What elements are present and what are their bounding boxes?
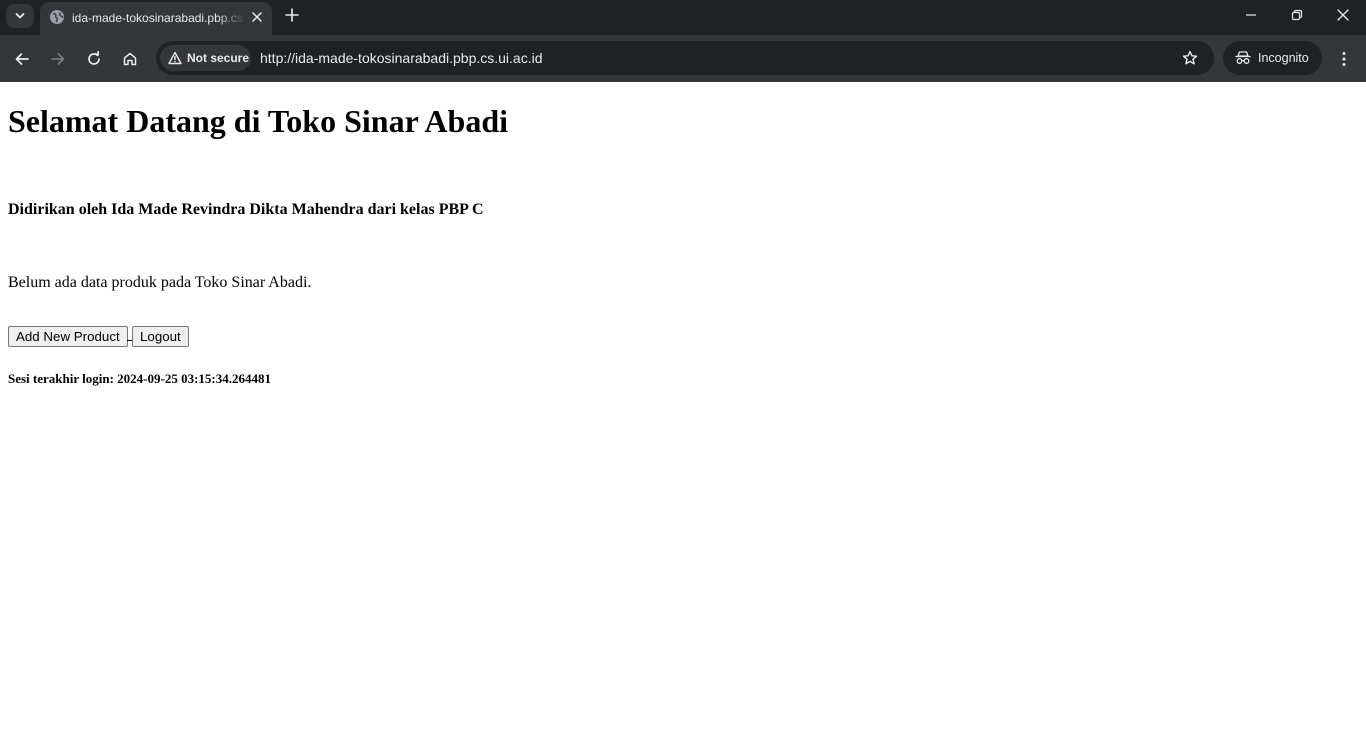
browser-tab[interactable]: ida-made-tokosinarabadi.pbp.cs.ui.ac.id <box>40 2 272 35</box>
url-text[interactable]: http://ida-made-tokosinarabadi.pbp.cs.ui… <box>260 49 543 67</box>
warning-triangle-icon <box>168 51 182 65</box>
star-icon <box>1182 50 1198 65</box>
empty-products-message: Belum ada data produk pada Toko Sinar Ab… <box>8 274 312 291</box>
forward-button[interactable] <box>45 46 71 72</box>
back-button[interactable] <box>9 46 35 72</box>
plus-icon <box>285 8 299 22</box>
chevron-down-icon <box>15 13 25 19</box>
browser-toolbar: Not secure http://ida-made-tokosinarabad… <box>0 35 1366 82</box>
add-new-product-button[interactable]: Add New Product <box>8 326 128 347</box>
reload-icon <box>88 51 100 65</box>
address-bar[interactable]: Not secure http://ida-made-tokosinarabad… <box>156 41 1214 75</box>
browser-menu-button[interactable] <box>1332 46 1356 72</box>
incognito-profile-button[interactable]: Incognito <box>1223 41 1322 75</box>
new-tab-button[interactable] <box>281 4 303 26</box>
page-content: Selamat Datang di Toko Sinar Abadi Didir… <box>0 82 1366 729</box>
forward-arrow-icon <box>51 53 65 65</box>
minimize-button[interactable] <box>1228 0 1274 30</box>
minimize-icon <box>1246 14 1256 16</box>
restore-button[interactable] <box>1274 0 1320 30</box>
last-login-info: Sesi terakhir login: 2024-09-25 03:15:34… <box>8 371 271 386</box>
back-arrow-icon <box>15 53 29 65</box>
restore-icon <box>1291 9 1303 21</box>
close-icon <box>1337 9 1349 21</box>
tab-close-button[interactable] <box>248 8 266 26</box>
home-button[interactable] <box>117 46 143 72</box>
page-title: Selamat Datang di Toko Sinar Abadi <box>8 103 509 139</box>
home-icon <box>123 52 137 66</box>
tab-strip: ida-made-tokosinarabadi.pbp.cs.ui.ac.id <box>0 0 1366 35</box>
close-icon <box>252 12 262 22</box>
incognito-label: Incognito <box>1258 51 1309 65</box>
reload-button[interactable] <box>81 46 107 72</box>
founder-info: Didirikan oleh Ida Made Revindra Dikta M… <box>8 201 484 218</box>
tab-search-button[interactable] <box>6 4 34 28</box>
tab-title-fade <box>216 7 246 29</box>
bookmark-button[interactable] <box>1180 48 1200 68</box>
globe-icon <box>50 10 64 24</box>
window-close-button[interactable] <box>1320 0 1366 30</box>
incognito-icon <box>1235 51 1251 64</box>
security-label: Not secure <box>187 51 250 65</box>
kebab-menu-icon <box>1342 52 1346 66</box>
logout-button[interactable]: Logout <box>132 326 189 347</box>
security-indicator[interactable]: Not secure <box>160 45 251 71</box>
